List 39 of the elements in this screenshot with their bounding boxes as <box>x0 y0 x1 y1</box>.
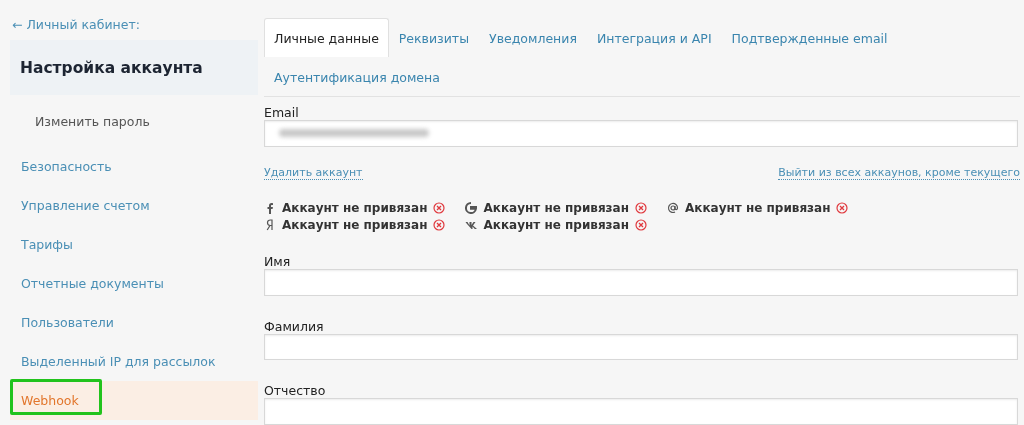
sidebar-item[interactable]: Отчетные документы <box>10 264 258 303</box>
sidebar-item[interactable]: Пользователи <box>10 303 258 342</box>
field-label: Имя <box>264 253 292 269</box>
tab[interactable]: Личные данные <box>264 18 389 57</box>
account-status: Аккаунт не привязан <box>483 200 629 215</box>
field-label: Фамилия <box>264 318 325 334</box>
not-linked-icon <box>433 201 446 214</box>
google-icon <box>465 201 478 214</box>
sidebar-item[interactable]: Тарифы <box>10 225 258 264</box>
at-sign-icon <box>666 201 679 214</box>
sidebar-item[interactable]: Управление счетом <box>10 186 258 225</box>
tab[interactable]: Интеграция и API <box>586 18 722 57</box>
text-field[interactable] <box>264 333 1018 361</box>
delete-account-link[interactable]: Удалить аккаунт <box>264 165 363 180</box>
account-status: Аккаунт не привязан <box>483 217 629 232</box>
section-title: Настройка аккаунта <box>10 40 258 95</box>
sidebar-item[interactable]: Выделенный IP для рассылок <box>10 342 258 381</box>
sidebar-item[interactable]: Изменить пароль <box>10 102 258 141</box>
yandex-icon <box>264 218 276 231</box>
sidebar-item[interactable]: Безопасность <box>10 147 258 186</box>
tab[interactable]: Подтвержденные email <box>721 18 898 57</box>
tab[interactable]: Реквизиты <box>388 18 480 57</box>
tab[interactable]: Аутентификация домена <box>264 57 450 96</box>
text-field[interactable] <box>264 398 1018 425</box>
account-status: Аккаунт не привязан <box>282 200 428 215</box>
field-label: Отчество <box>264 383 327 399</box>
sidebar-item[interactable]: Webhook <box>10 381 258 420</box>
not-linked-icon <box>433 218 446 231</box>
not-linked-icon <box>836 201 849 214</box>
back-link[interactable]: ← Личный кабинет: <box>12 17 258 37</box>
account-status: Аккаунт не привязан <box>684 200 831 215</box>
text-field[interactable] <box>264 268 1018 296</box>
logout-others-link[interactable]: Выйти из всех аккаунов, кроме текущего <box>778 165 1020 180</box>
email-field[interactable] <box>264 120 1018 147</box>
field-label: Email <box>264 105 300 120</box>
not-linked-icon <box>634 201 647 214</box>
not-linked-icon <box>634 218 647 231</box>
account-status: Аккаунт не привязан <box>282 217 428 232</box>
tab[interactable]: Уведомления <box>479 18 587 57</box>
